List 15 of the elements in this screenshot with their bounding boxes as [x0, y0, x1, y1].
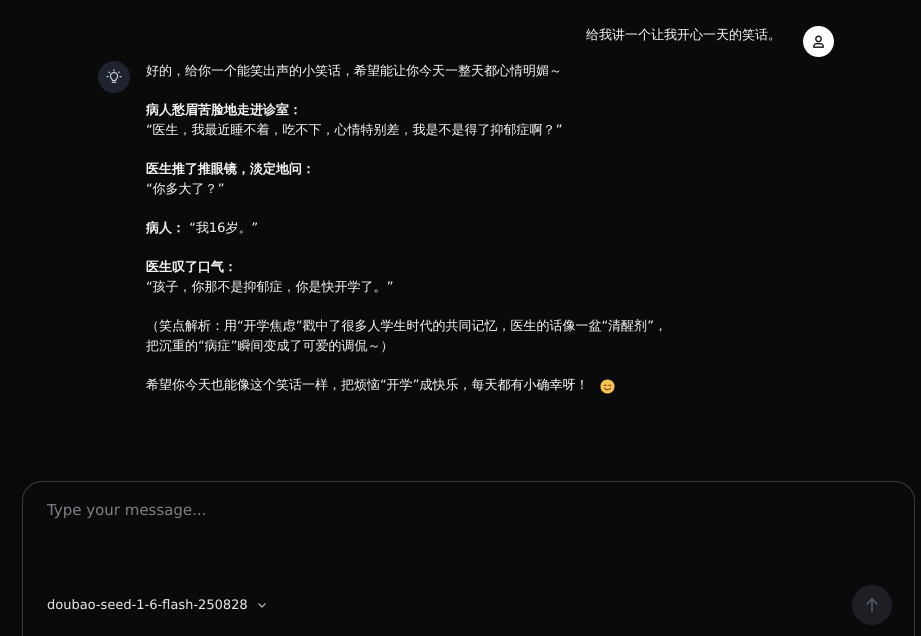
message-text: 希望你今天也能像这个笑话一样，把烦恼“开学”成快乐，每天都有小确幸呀！: [146, 377, 588, 395]
message-input[interactable]: Type your message...: [47, 501, 890, 519]
lightbulb-icon: [98, 61, 130, 93]
message-text: 病人： “我16岁。”: [146, 220, 258, 238]
user-message: 给我讲一个让我开心一天的笑话。: [586, 27, 781, 44]
message-text: 医生推了推眼镜，淡定地问：: [146, 160, 315, 179]
message-text: “孩子，你那不是抑郁症，你是快开学了。”: [146, 279, 394, 297]
message-text: 病人愁眉苦脸地走进诊室：: [146, 102, 302, 120]
message-text: 好的，给你一个能笑出声的小笑话，希望能让你今天一整天都心情明媚～: [146, 63, 562, 81]
message-text: “医生，我最近睡不着，吃不下，心情特别差，我是不是得了抑郁症啊？”: [146, 122, 562, 140]
model-selector[interactable]: doubao-seed-1-6-flash-250828: [47, 598, 268, 612]
user-avatar-icon: [803, 26, 834, 57]
message-text: 医生叹了口气：: [146, 259, 237, 277]
message-text: （笑点解析：用“开学焦虑”戳中了很多人学生时代的共同记忆，医生的话像一盆“清醒剂”，把沉重的“病症”瞬间变成了可爱的调侃～）: [146, 318, 668, 356]
message-text: “你多大了？”: [146, 181, 224, 199]
